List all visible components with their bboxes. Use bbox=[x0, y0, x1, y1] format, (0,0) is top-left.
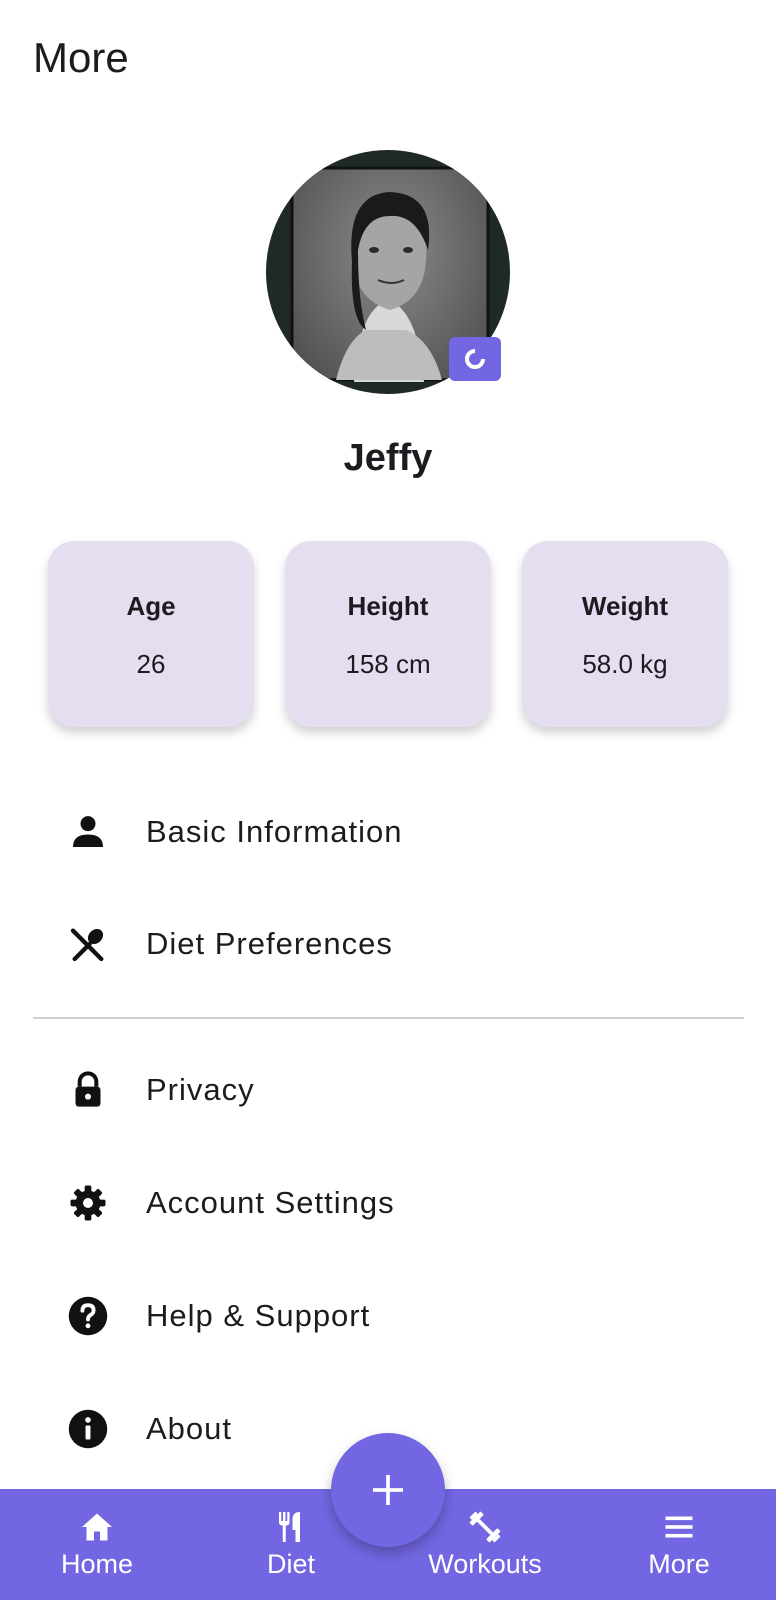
menu-divider bbox=[33, 1017, 744, 1019]
weight-card: Weight 58.0 kg bbox=[522, 541, 728, 727]
dining-icon bbox=[66, 922, 110, 966]
change-photo-button[interactable] bbox=[449, 337, 501, 381]
height-label: Height bbox=[347, 591, 429, 621]
home-icon bbox=[77, 1507, 117, 1547]
add-button[interactable] bbox=[331, 1433, 445, 1547]
menu-item-basic-information[interactable]: Basic Information bbox=[0, 782, 776, 882]
help-icon bbox=[66, 1294, 110, 1338]
menu-item-help-support[interactable]: Help & Support bbox=[0, 1266, 776, 1366]
weight-label: Weight bbox=[581, 591, 669, 621]
menu-icon bbox=[659, 1507, 699, 1547]
profile-avatar[interactable] bbox=[266, 150, 510, 394]
page-title: More bbox=[33, 34, 129, 81]
restaurant-icon bbox=[271, 1507, 311, 1547]
person-icon bbox=[66, 810, 110, 854]
menu-label: Account Settings bbox=[146, 1185, 395, 1220]
camera-icon bbox=[465, 348, 486, 369]
menu-label: About bbox=[146, 1411, 233, 1446]
gear-icon bbox=[66, 1181, 110, 1225]
nav-home[interactable]: Home bbox=[0, 1489, 194, 1600]
user-name: Jeffy bbox=[343, 437, 433, 479]
dumbbell-icon bbox=[465, 1507, 505, 1547]
menu-label: Diet Preferences bbox=[146, 926, 393, 961]
age-label: Age bbox=[126, 591, 176, 621]
plus-icon bbox=[373, 1475, 403, 1505]
info-icon bbox=[66, 1407, 110, 1451]
menu-label: Privacy bbox=[146, 1072, 255, 1107]
nav-label: More bbox=[648, 1549, 710, 1579]
nav-label: Diet bbox=[266, 1549, 315, 1579]
menu-item-diet-preferences[interactable]: Diet Preferences bbox=[0, 894, 776, 994]
nav-more[interactable]: More bbox=[582, 1489, 776, 1600]
lock-icon bbox=[66, 1068, 110, 1112]
menu-item-privacy[interactable]: Privacy bbox=[0, 1040, 776, 1140]
menu-item-account-settings[interactable]: Account Settings bbox=[0, 1153, 776, 1253]
menu-label: Help & Support bbox=[146, 1298, 371, 1333]
nav-label: Workouts bbox=[428, 1549, 542, 1579]
height-card: Height 158 cm bbox=[285, 541, 491, 727]
menu-label: Basic Information bbox=[146, 814, 403, 849]
age-card: Age 26 bbox=[48, 541, 254, 727]
height-value: 158 cm bbox=[345, 649, 431, 679]
weight-value: 58.0 kg bbox=[582, 649, 668, 679]
nav-label: Home bbox=[60, 1549, 134, 1579]
age-value: 26 bbox=[136, 649, 166, 679]
